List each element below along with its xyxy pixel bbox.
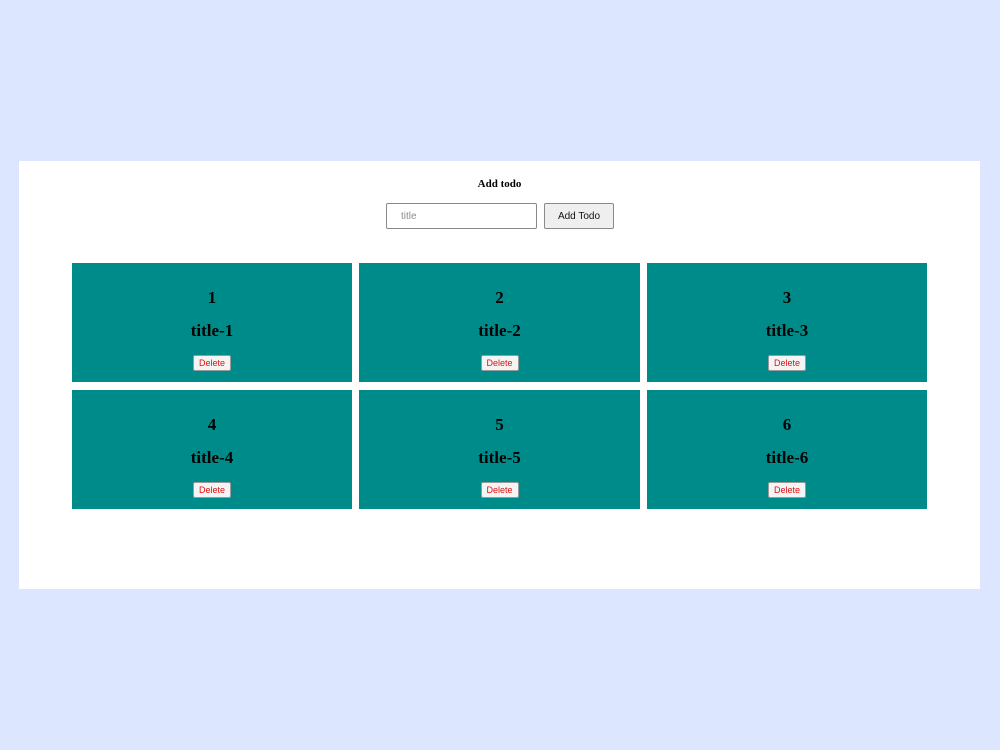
todo-title: title-4 — [190, 448, 234, 467]
todo-card: 4 title-4 Delete — [72, 390, 352, 509]
todo-title: title-5 — [478, 448, 521, 467]
add-todo-button[interactable]: Add Todo — [544, 203, 614, 229]
delete-button[interactable]: Delete — [193, 482, 231, 498]
todo-id: 1 — [207, 288, 217, 307]
todo-id: 6 — [782, 415, 792, 434]
todo-id: 4 — [207, 415, 217, 434]
todo-id: 3 — [782, 288, 792, 307]
delete-button[interactable]: Delete — [480, 482, 519, 498]
todo-card: 6 title-6 Delete — [647, 390, 927, 509]
title-input[interactable] — [386, 203, 537, 229]
delete-button[interactable]: Delete — [768, 482, 806, 498]
todo-grid: 1 title-1 Delete 2 title-2 Delete 3 titl… — [72, 263, 927, 509]
todo-title: title-2 — [478, 321, 521, 340]
todo-title: title-6 — [765, 448, 809, 467]
todo-id: 5 — [495, 415, 504, 434]
todo-card: 5 title-5 Delete — [359, 390, 640, 509]
todo-title: title-3 — [765, 321, 809, 340]
todo-card: 3 title-3 Delete — [647, 263, 927, 382]
add-todo-form: Add Todo — [19, 203, 980, 229]
todo-app-panel: Add todo Add Todo 1 title-1 Delete 2 tit… — [19, 161, 980, 589]
delete-button[interactable]: Delete — [480, 355, 519, 371]
delete-button[interactable]: Delete — [193, 355, 231, 371]
add-todo-heading: Add todo — [477, 178, 522, 190]
todo-card: 2 title-2 Delete — [359, 263, 640, 382]
todo-card: 1 title-1 Delete — [72, 263, 352, 382]
delete-button[interactable]: Delete — [768, 355, 806, 371]
todo-title: title-1 — [190, 321, 234, 340]
todo-id: 2 — [495, 288, 504, 307]
